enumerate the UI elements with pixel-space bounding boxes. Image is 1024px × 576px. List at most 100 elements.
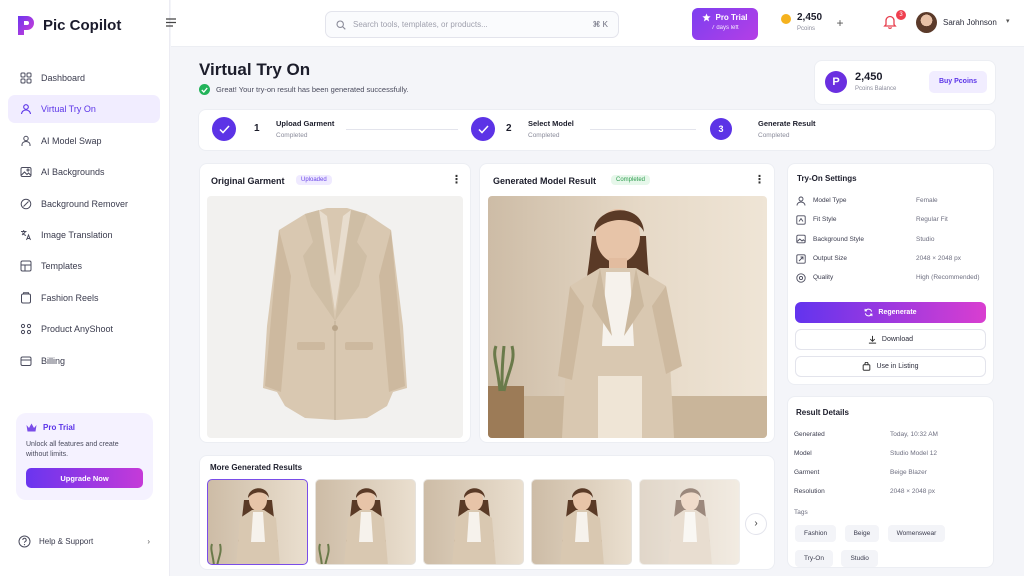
detail-label: Garment bbox=[794, 469, 820, 476]
grid-icon bbox=[20, 72, 32, 84]
setting-value: High (Recommended) bbox=[916, 274, 980, 282]
download-label: Download bbox=[881, 336, 914, 343]
success-message: Great! Your try-on result has been gener… bbox=[199, 84, 408, 95]
shortcut-hint: ⌘ K bbox=[592, 20, 608, 29]
use-in-listing-button[interactable]: Use in Listing bbox=[795, 356, 986, 377]
setting-value: Female bbox=[916, 197, 938, 205]
eraser-icon bbox=[20, 198, 32, 209]
sidebar-item-templates[interactable]: Templates bbox=[8, 252, 160, 280]
download-icon bbox=[868, 335, 877, 344]
setting-fit-style[interactable]: Fit Style Regular Fit bbox=[796, 210, 986, 229]
result-thumbnail[interactable] bbox=[531, 479, 632, 565]
menu-icon[interactable] bbox=[166, 18, 176, 27]
bell-icon[interactable] bbox=[883, 14, 897, 29]
balance-label: Pcoins Balance bbox=[855, 86, 897, 92]
image-icon bbox=[796, 234, 806, 244]
help-support-link[interactable]: Help & Support › bbox=[18, 535, 150, 548]
model-photo-illustration bbox=[488, 209, 767, 438]
step-connector bbox=[346, 129, 458, 130]
sidebar-item-label: Image Translation bbox=[41, 229, 113, 240]
chevron-right-icon: › bbox=[147, 537, 150, 546]
result-thumbnail[interactable] bbox=[423, 479, 524, 565]
person-icon bbox=[796, 196, 806, 206]
result-thumbnail[interactable] bbox=[639, 479, 740, 565]
more-options-icon[interactable]: ⋮ bbox=[754, 175, 765, 186]
buy-pcoins-button[interactable]: Buy Pcoins bbox=[929, 71, 987, 93]
step-2-check-icon bbox=[471, 117, 495, 141]
shopping-bag-icon bbox=[863, 362, 871, 371]
tag-womenswear[interactable]: Womenswear bbox=[887, 525, 946, 542]
success-text: Great! Your try-on result has been gener… bbox=[216, 85, 409, 94]
regenerate-button[interactable]: Regenerate bbox=[795, 302, 986, 323]
sidebar-item-virtual-try-on[interactable]: Virtual Try On bbox=[8, 95, 160, 124]
details-list: Generated Today, 10:32 AM Model Studio Mod… bbox=[794, 425, 984, 501]
thumbnail-image bbox=[668, 488, 712, 564]
setting-background-style[interactable]: Background Style Studio bbox=[796, 230, 986, 249]
coins-display: 2,450 Pcoins bbox=[781, 12, 822, 32]
settings-title: Try-On Settings bbox=[797, 174, 857, 183]
step-1: Upload Garment Completed bbox=[276, 119, 334, 139]
sidebar-item-billing[interactable]: Billing bbox=[8, 347, 160, 375]
user-name[interactable]: Sarah Johnson bbox=[943, 18, 997, 27]
tag-fashion[interactable]: Fashion bbox=[795, 525, 837, 542]
sidebar-item-fashion-reels[interactable]: Fashion Reels bbox=[8, 284, 160, 312]
upgrade-now-button[interactable]: Upgrade Now bbox=[26, 468, 143, 488]
garment-card-title: Original Garment bbox=[211, 176, 285, 186]
step-title: Upload Garment bbox=[276, 119, 335, 128]
setting-output-size[interactable]: Output Size 2048 × 2048 px bbox=[796, 249, 986, 268]
star-icon bbox=[702, 13, 712, 22]
sidebar-item-ai-backgrounds[interactable]: AI Backgrounds bbox=[8, 158, 160, 186]
setting-label: Background Style bbox=[813, 235, 864, 243]
more-options-icon[interactable]: ⋮ bbox=[451, 175, 462, 186]
step-title: Select Model bbox=[528, 119, 574, 128]
tag-try-on[interactable]: Try-On bbox=[795, 550, 833, 567]
brand-name: Pic Copilot bbox=[43, 16, 122, 34]
pro-trial-button[interactable]: Pro Trial 7 days left bbox=[692, 8, 758, 40]
sidebar-item-background-remover[interactable]: Background Remover bbox=[8, 190, 160, 218]
sidebar-item-dashboard[interactable]: Dashboard bbox=[8, 64, 160, 92]
sidebar-item-ai-model-swap[interactable]: AI Model Swap bbox=[8, 127, 160, 155]
download-button[interactable]: Download bbox=[795, 329, 986, 350]
coins-value: 2,450 bbox=[797, 12, 823, 23]
setting-quality[interactable]: Quality High (Recommended) bbox=[796, 268, 986, 287]
setting-label: Quality bbox=[813, 274, 834, 282]
step-3: Generate Result Completed bbox=[758, 119, 816, 139]
sidebar-item-label: Virtual Try On bbox=[41, 104, 96, 115]
sidebar-item-label: Templates bbox=[41, 261, 83, 272]
detail-row: Garment Beige Blazer bbox=[794, 463, 984, 482]
pcoins-balance-card: P 2,450 Pcoins Balance Buy Pcoins bbox=[814, 60, 996, 105]
add-coins-button[interactable]: + bbox=[832, 16, 848, 32]
sidebar-item-label: Dashboard bbox=[41, 73, 86, 83]
detail-row: Generated Today, 10:32 AM bbox=[794, 425, 984, 444]
avatar[interactable] bbox=[916, 12, 937, 33]
user-icon bbox=[20, 104, 32, 115]
thumbnail-image bbox=[452, 488, 496, 564]
setting-value: 2048 × 2048 px bbox=[916, 255, 961, 263]
tag-beige[interactable]: Beige bbox=[844, 525, 880, 542]
search-bar[interactable]: ⌘ K bbox=[325, 11, 619, 38]
promo-title: Pro Trial bbox=[43, 423, 76, 432]
tag-studio[interactable]: Studio bbox=[841, 550, 878, 567]
step-1-check-icon bbox=[212, 117, 236, 141]
regenerate-label: Regenerate bbox=[878, 309, 917, 316]
fit-icon bbox=[796, 215, 806, 225]
help-icon bbox=[18, 535, 31, 548]
settings-list: Model Type Female Fit Style Regular Fit … bbox=[796, 191, 986, 287]
chevron-down-icon[interactable]: ▾ bbox=[1006, 17, 1010, 25]
completed-badge: Completed bbox=[611, 175, 651, 185]
search-icon bbox=[336, 19, 346, 30]
thumbnail-image bbox=[318, 488, 388, 564]
garment-image[interactable] bbox=[207, 196, 463, 438]
coin-icon bbox=[781, 14, 791, 24]
search-input[interactable] bbox=[353, 20, 573, 29]
sidebar-item-product-anyshoot[interactable]: Product AnyShoot bbox=[8, 315, 160, 343]
step-1-number: 1 bbox=[254, 123, 260, 134]
film-icon bbox=[21, 292, 31, 304]
brand-logo[interactable]: Pic Copilot bbox=[16, 14, 121, 36]
setting-model-type[interactable]: Model Type Female bbox=[796, 191, 986, 210]
next-arrow-button[interactable]: › bbox=[745, 513, 767, 535]
result-thumbnail[interactable] bbox=[315, 479, 416, 565]
sidebar-item-image-translation[interactable]: Image Translation bbox=[8, 221, 160, 249]
result-thumbnail[interactable] bbox=[207, 479, 308, 565]
generated-model-image[interactable] bbox=[488, 196, 767, 438]
